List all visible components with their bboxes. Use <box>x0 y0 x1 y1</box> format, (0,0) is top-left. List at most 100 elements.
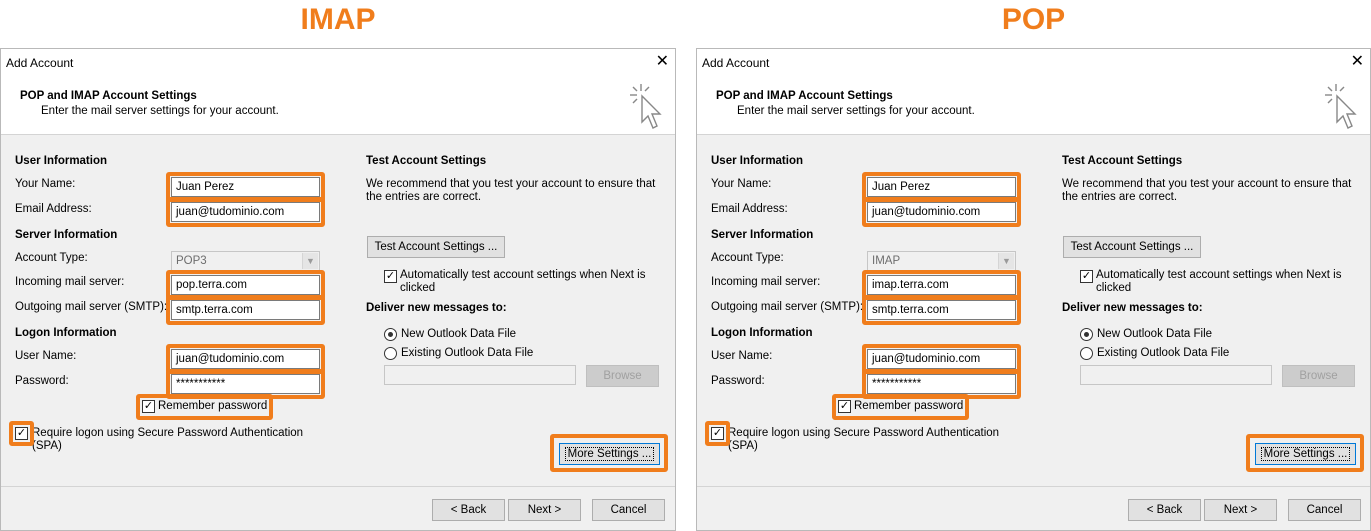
wizard-cursor-icon <box>1325 84 1357 129</box>
test-settings-heading: Test Account Settings <box>1062 155 1183 167</box>
cancel-button[interactable]: Cancel <box>1288 499 1361 521</box>
test-settings-description: We recommend that you test your account … <box>366 178 656 203</box>
footer-divider <box>1 486 675 487</box>
email-field[interactable]: juan@tudominio.com <box>867 202 1016 222</box>
dialog-title: Add Account <box>702 56 770 70</box>
password-field[interactable]: *********** <box>867 374 1016 394</box>
new-data-file-label: New Outlook Data File <box>401 328 517 340</box>
your-name-field[interactable]: Juan Perez <box>867 177 1016 197</box>
incoming-server-field[interactable]: imap.terra.com <box>867 275 1016 295</box>
remember-password-checkbox[interactable]: ✓ <box>142 400 155 413</box>
username-field[interactable]: juan@tudominio.com <box>171 349 320 369</box>
new-data-file-radio[interactable] <box>1080 328 1093 341</box>
spa-checkbox[interactable]: ✓ <box>15 427 28 440</box>
close-icon[interactable]: ✕ <box>656 52 669 72</box>
chevron-down-icon: ▼ <box>302 253 318 269</box>
your-name-label: Your Name: <box>15 178 76 190</box>
logon-info-heading: Logon Information <box>711 327 813 339</box>
existing-data-file-label: Existing Outlook Data File <box>1097 347 1230 359</box>
server-info-heading: Server Information <box>711 229 814 241</box>
username-label: User Name: <box>15 350 77 362</box>
password-label: Password: <box>711 375 765 387</box>
your-name-label: Your Name: <box>711 178 772 190</box>
section-heading: IMAP <box>300 3 376 36</box>
logon-info-heading: Logon Information <box>15 327 117 339</box>
header-subtitle: Enter the mail server settings for your … <box>737 105 975 117</box>
email-label: Email Address: <box>15 203 92 215</box>
incoming-server-label: Incoming mail server: <box>15 276 125 288</box>
account-type-label: Account Type: <box>15 252 88 264</box>
next-button[interactable]: Next > <box>508 499 581 521</box>
existing-data-file-radio[interactable] <box>384 347 397 360</box>
existing-data-file-label: Existing Outlook Data File <box>401 347 534 359</box>
add-account-dialog: Add Account ✕ POP and IMAP Account Setti… <box>0 48 676 531</box>
user-info-heading: User Information <box>15 155 108 167</box>
outgoing-server-label: Outgoing mail server (SMTP): <box>711 301 864 313</box>
test-account-settings-button[interactable]: Test Account Settings ... <box>1063 236 1201 258</box>
account-type-select: POP3 ▼ <box>171 251 320 271</box>
title-bar: Add Account ✕ <box>697 49 1370 79</box>
new-data-file-label: New Outlook Data File <box>1097 328 1213 340</box>
account-type-value: IMAP <box>872 255 901 267</box>
spa-label: Require logon using Secure Password Auth… <box>32 427 304 452</box>
back-button[interactable]: < Back <box>1128 499 1201 521</box>
remember-password-label: Remember password <box>158 400 268 412</box>
existing-file-path-field <box>1080 365 1272 385</box>
email-label: Email Address: <box>711 203 788 215</box>
pop-section: POP Add Account ✕ POP and IMAP Account S… <box>696 0 1371 531</box>
section-heading: POP <box>1001 3 1066 36</box>
incoming-server-field[interactable]: pop.terra.com <box>171 275 320 295</box>
account-type-select: IMAP ▼ <box>867 251 1016 271</box>
password-field[interactable]: *********** <box>171 374 320 394</box>
outgoing-server-field[interactable]: smtp.terra.com <box>171 300 320 320</box>
header-subtitle: Enter the mail server settings for your … <box>41 105 279 117</box>
auto-test-label: Automatically test account settings when… <box>400 269 646 294</box>
auto-test-checkbox[interactable]: ✓ <box>1080 270 1093 283</box>
email-field[interactable]: juan@tudominio.com <box>171 202 320 222</box>
spa-label: Require logon using Secure Password Auth… <box>728 427 1000 452</box>
dialog-title: Add Account <box>6 56 74 70</box>
remember-password-checkbox[interactable]: ✓ <box>838 400 851 413</box>
outgoing-server-field[interactable]: smtp.terra.com <box>867 300 1016 320</box>
title-bar: Add Account ✕ <box>1 49 675 79</box>
existing-file-path-field <box>384 365 576 385</box>
browse-button[interactable]: Browse <box>586 365 659 387</box>
imap-section: IMAP Add Account ✕ POP and IMAP Account … <box>0 0 676 531</box>
username-label: User Name: <box>711 350 773 362</box>
dialog-header: POP and IMAP Account Settings Enter the … <box>1 79 675 135</box>
next-button[interactable]: Next > <box>1204 499 1277 521</box>
test-account-settings-button[interactable]: Test Account Settings ... <box>367 236 505 258</box>
your-name-field[interactable]: Juan Perez <box>171 177 320 197</box>
user-info-heading: User Information <box>711 155 804 167</box>
account-type-value: POP3 <box>176 255 207 267</box>
more-settings-label: More Settings ... <box>1260 447 1351 461</box>
auto-test-checkbox[interactable]: ✓ <box>384 270 397 283</box>
test-settings-heading: Test Account Settings <box>366 155 487 167</box>
wizard-cursor-icon <box>630 84 662 129</box>
add-account-dialog: Add Account ✕ POP and IMAP Account Setti… <box>696 48 1371 531</box>
more-settings-button[interactable]: More Settings ... <box>1255 443 1356 465</box>
spa-checkbox[interactable]: ✓ <box>711 427 724 440</box>
dialog-header: POP and IMAP Account Settings Enter the … <box>697 79 1370 135</box>
incoming-server-label: Incoming mail server: <box>711 276 821 288</box>
password-label: Password: <box>15 375 69 387</box>
existing-data-file-radio[interactable] <box>1080 347 1093 360</box>
username-field[interactable]: juan@tudominio.com <box>867 349 1016 369</box>
deliver-heading: Deliver new messages to: <box>366 302 507 314</box>
more-settings-button[interactable]: More Settings ... <box>559 443 660 465</box>
test-settings-description: We recommend that you test your account … <box>1062 178 1352 203</box>
outgoing-server-label: Outgoing mail server (SMTP): <box>15 301 168 313</box>
more-settings-label: More Settings ... <box>564 447 655 461</box>
close-icon[interactable]: ✕ <box>1351 52 1364 72</box>
account-type-label: Account Type: <box>711 252 784 264</box>
chevron-down-icon: ▼ <box>998 253 1014 269</box>
auto-test-label: Automatically test account settings when… <box>1096 269 1342 294</box>
header-title: POP and IMAP Account Settings <box>20 90 197 102</box>
cancel-button[interactable]: Cancel <box>592 499 665 521</box>
remember-password-label: Remember password <box>854 400 964 412</box>
deliver-heading: Deliver new messages to: <box>1062 302 1203 314</box>
server-info-heading: Server Information <box>15 229 118 241</box>
back-button[interactable]: < Back <box>432 499 505 521</box>
new-data-file-radio[interactable] <box>384 328 397 341</box>
browse-button[interactable]: Browse <box>1282 365 1355 387</box>
